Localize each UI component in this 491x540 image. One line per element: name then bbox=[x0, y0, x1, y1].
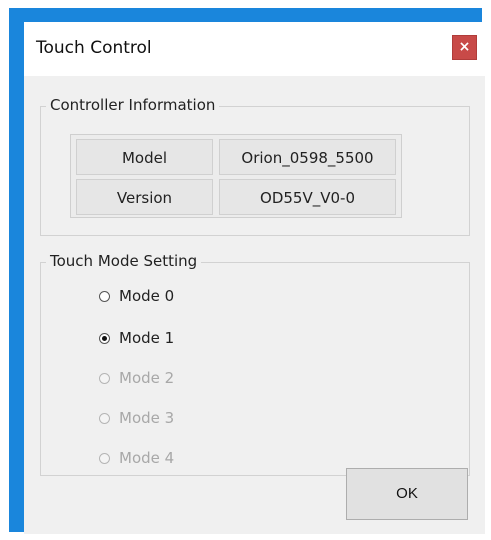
mode-0-label: Mode 0 bbox=[119, 287, 175, 305]
controller-information-title: Controller Information bbox=[46, 96, 220, 114]
window-frame: Touch Control × Controller Information M… bbox=[9, 8, 485, 534]
radio-disabled-icon bbox=[99, 373, 110, 384]
ok-button[interactable]: OK bbox=[346, 468, 468, 520]
model-label-cell: Model bbox=[76, 139, 213, 175]
touch-control-dialog: Touch Control × Controller Information M… bbox=[24, 22, 485, 534]
radio-unchecked-icon[interactable] bbox=[99, 291, 110, 302]
close-icon: × bbox=[458, 39, 471, 55]
controller-information-group: Controller Information Model Orion_0598_… bbox=[40, 96, 470, 236]
window-title: Touch Control bbox=[36, 38, 152, 58]
model-value-cell: Orion_0598_5500 bbox=[219, 139, 396, 175]
radio-disabled-icon bbox=[99, 413, 110, 424]
touch-mode-setting-group: Touch Mode Setting Mode 0 Mode 1 Mode 2 … bbox=[40, 252, 470, 476]
title-bar[interactable]: Touch Control × bbox=[24, 22, 485, 76]
mode-3-label: Mode 3 bbox=[119, 409, 175, 427]
radio-disabled-icon bbox=[99, 453, 110, 464]
mode-2-label: Mode 2 bbox=[119, 369, 175, 387]
controller-info-table: Model Orion_0598_5500 Version OD55V_V0-0 bbox=[70, 134, 402, 218]
radio-checked-icon[interactable] bbox=[99, 333, 110, 344]
version-value-cell: OD55V_V0-0 bbox=[219, 179, 396, 215]
mode-4-label: Mode 4 bbox=[119, 449, 175, 467]
dialog-client-area: Controller Information Model Orion_0598_… bbox=[24, 76, 485, 534]
touch-mode-setting-title: Touch Mode Setting bbox=[46, 252, 202, 270]
version-label-cell: Version bbox=[76, 179, 213, 215]
close-button[interactable]: × bbox=[452, 35, 477, 60]
mode-1-label: Mode 1 bbox=[119, 329, 175, 347]
